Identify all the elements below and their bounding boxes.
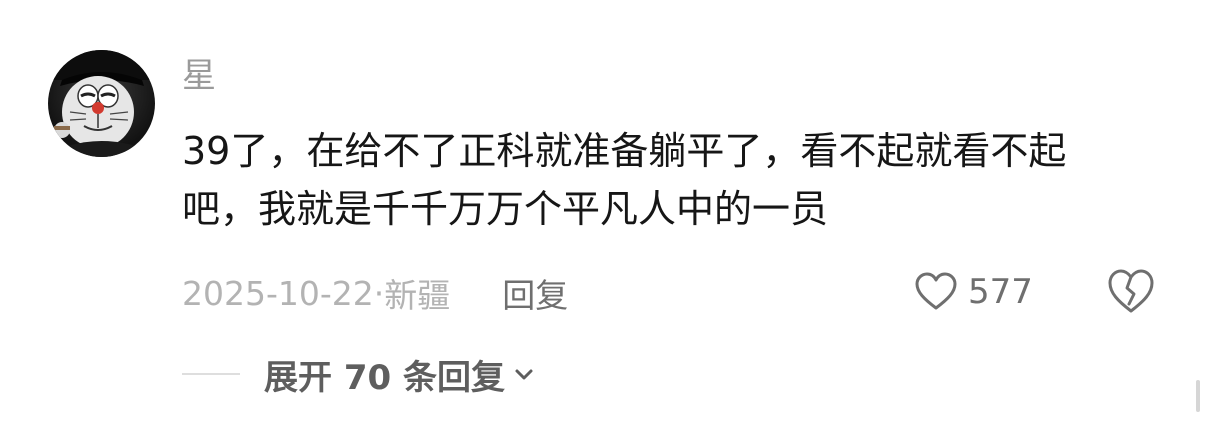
dislike-button[interactable]: [1106, 268, 1156, 316]
avatar[interactable]: [48, 50, 155, 157]
comment-location: 新疆: [384, 276, 451, 315]
scrollbar[interactable]: [1196, 380, 1200, 412]
heart-outline-icon: [915, 272, 957, 310]
broken-heart-icon: [1108, 269, 1154, 313]
meta-separator: ·: [373, 273, 385, 313]
reply-button[interactable]: 回复: [502, 269, 568, 317]
doraemon-avatar-image: [48, 50, 155, 157]
like-button[interactable]: 577: [914, 266, 1033, 318]
comment-item: 星 39了，在给不了正科就准备躺平了，看不起就看不起吧，我就是千千万万个平凡人中…: [0, 0, 1206, 427]
comment-text: 39了，在给不了正科就准备躺平了，看不起就看不起吧，我就是千千万万个平凡人中的一…: [182, 129, 1067, 231]
username[interactable]: 星: [182, 54, 216, 98]
expand-replies-button[interactable]: 展开 70 条回复: [182, 350, 535, 398]
comment-meta: 2025-10-22 · 新疆 回复: [182, 270, 568, 316]
expand-replies-label: 展开 70 条回复: [264, 357, 505, 398]
like-count: 577: [968, 272, 1033, 312]
comment-date: 2025-10-22: [182, 273, 374, 313]
chevron-down-icon: [515, 369, 533, 380]
divider-line: [182, 373, 240, 375]
